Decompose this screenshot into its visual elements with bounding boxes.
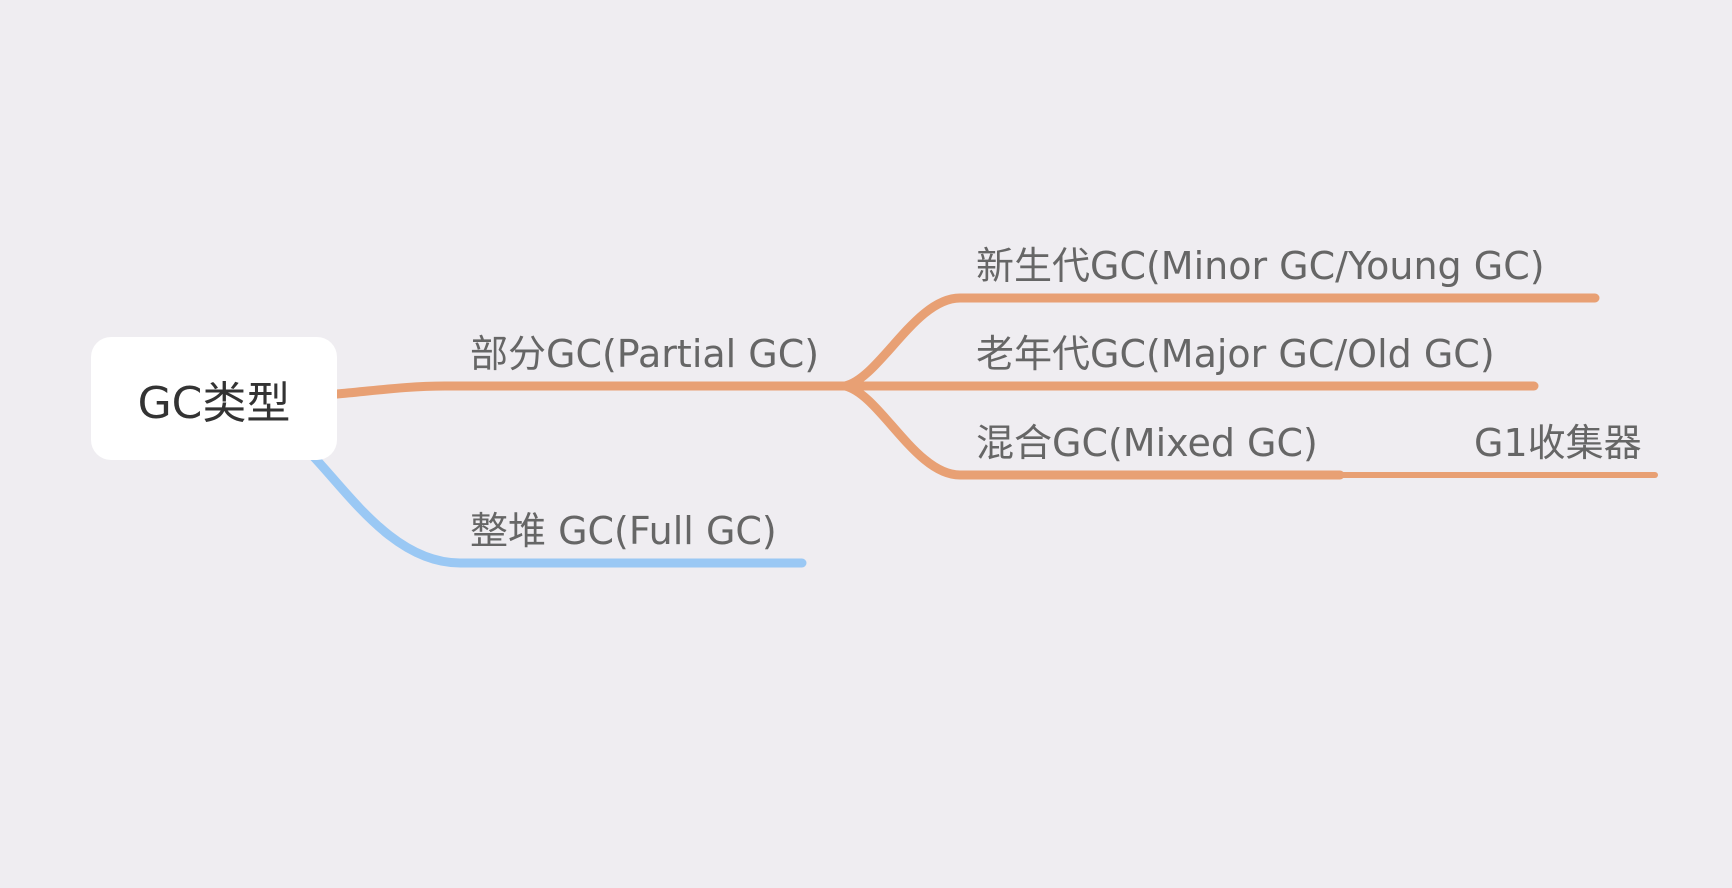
node-young-gc[interactable]: 新生代GC(Minor GC/Young GC): [976, 247, 1545, 285]
node-old-gc-label: 老年代GC(Major GC/Old GC): [976, 332, 1495, 376]
node-partial-gc[interactable]: 部分GC(Partial GC): [470, 335, 819, 373]
node-mixed-gc-label: 混合GC(Mixed GC): [976, 421, 1318, 465]
node-partial-gc-label: 部分GC(Partial GC): [470, 332, 820, 376]
root-label: GC类型: [137, 377, 291, 429]
node-g1-collector[interactable]: G1收集器: [1474, 424, 1642, 462]
node-old-gc[interactable]: 老年代GC(Major GC/Old GC): [976, 335, 1495, 373]
node-full-gc-label: 整堆 GC(Full GC): [470, 509, 777, 553]
connector-partial: [332, 381, 850, 399]
root-node[interactable]: GC类型: [91, 337, 337, 460]
node-full-gc[interactable]: 整堆 GC(Full GC): [470, 512, 777, 550]
mindmap-canvas: GC类型 部分GC(Partial GC) 新生代GC(Minor GC/You…: [0, 0, 1732, 888]
node-mixed-gc[interactable]: 混合GC(Mixed GC): [976, 424, 1318, 462]
node-young-gc-label: 新生代GC(Minor GC/Young GC): [976, 244, 1545, 288]
node-g1-collector-label: G1收集器: [1474, 421, 1642, 465]
